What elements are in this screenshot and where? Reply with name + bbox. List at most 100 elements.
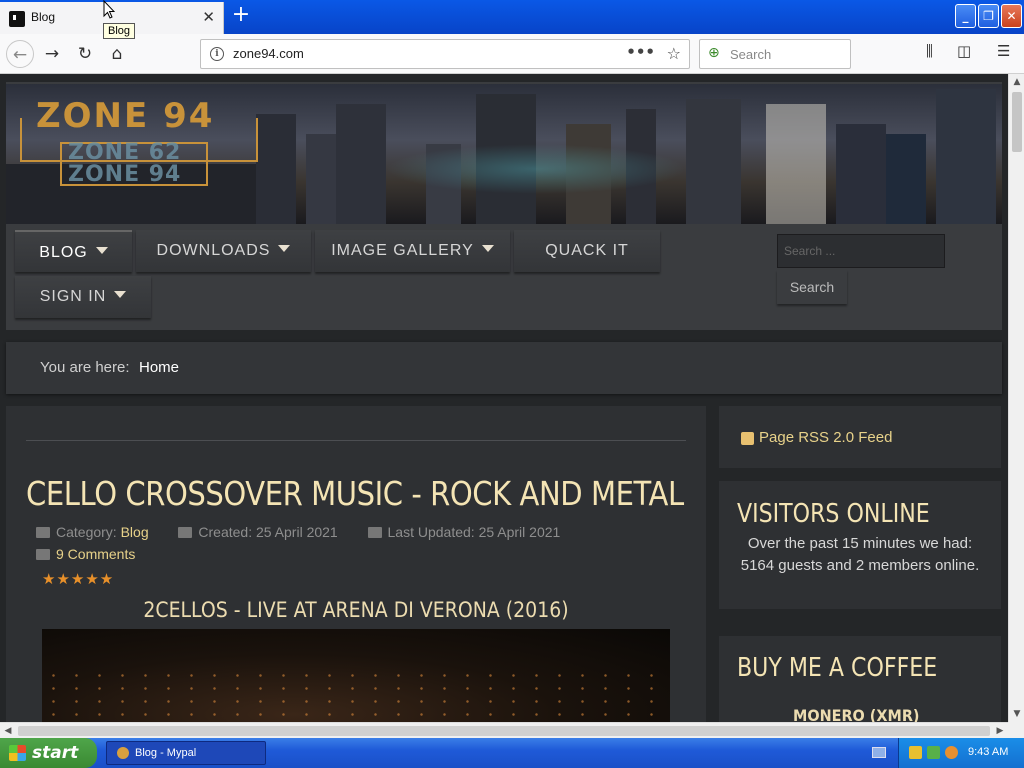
- video-thumbnail: [42, 669, 670, 722]
- browser-search-input[interactable]: Search: [730, 47, 771, 62]
- bookmark-star-icon[interactable]: ☆: [667, 44, 681, 63]
- site-search-input[interactable]: Search ...: [777, 234, 945, 268]
- horizontal-scrollbar[interactable]: ◀ ▶: [0, 722, 1008, 738]
- windows-taskbar: start Blog - Mypal 9:43 AM: [0, 738, 1024, 768]
- menu-quack-it[interactable]: QUACK IT: [514, 230, 660, 272]
- logo-sub-line2: ZONE 94: [68, 162, 182, 187]
- category-link[interactable]: Blog: [121, 524, 149, 540]
- url-text[interactable]: zone94.com: [233, 46, 304, 61]
- search-tray-icon[interactable]: [945, 746, 958, 759]
- page-actions-icon[interactable]: •••: [626, 43, 655, 61]
- scroll-left-icon[interactable]: ◀: [0, 723, 16, 739]
- home-button[interactable]: ⌂: [103, 40, 131, 68]
- visitors-title: VISITORS ONLINE: [737, 499, 930, 529]
- divider: [26, 440, 686, 441]
- coffee-title: BUY ME A COFFEE: [737, 653, 938, 683]
- visitors-panel: VISITORS ONLINE Over the past 15 minutes…: [719, 481, 1001, 609]
- article-title[interactable]: CELLO CROSSOVER MUSIC - ROCK AND METAL: [26, 474, 684, 513]
- menu-hamburger-icon[interactable]: ☰: [997, 42, 1010, 60]
- site-logo-subtitle: ZONE 62 ZONE 94: [68, 142, 181, 186]
- site-search-button[interactable]: Search: [777, 270, 847, 304]
- visitors-text: Over the past 15 minutes we had: 5164 gu…: [740, 535, 980, 574]
- url-bar[interactable]: i zone94.com ••• ☆: [200, 39, 690, 69]
- taskbar-clock: 9:43 AM: [968, 746, 1009, 758]
- video-player[interactable]: [42, 629, 670, 722]
- updated-date: Last Updated: 25 April 2021: [387, 524, 561, 540]
- calendar-icon: [178, 527, 193, 538]
- scroll-up-icon[interactable]: ▲: [1009, 74, 1024, 90]
- breadcrumb-home-link[interactable]: Home: [139, 359, 179, 376]
- browser-toolbar: ← → ↻ ⌂ i zone94.com ••• ☆ ⊕ Search ⫼ ◫ …: [0, 34, 1024, 74]
- menu-blog-label: BLOG: [39, 244, 88, 261]
- site-logo[interactable]: ZONE 94: [36, 96, 214, 136]
- minimize-button[interactable]: _: [955, 4, 976, 28]
- menu-image-gallery-label: IMAGE GALLERY: [331, 242, 474, 259]
- reload-button[interactable]: ↻: [71, 40, 99, 68]
- taskbar-item-browser[interactable]: Blog - Mypal: [106, 741, 266, 765]
- keyboard-icon[interactable]: [872, 747, 886, 758]
- folder-icon: [36, 527, 50, 538]
- mouse-cursor-icon: [103, 0, 115, 19]
- caret-down-icon: [95, 247, 108, 254]
- comment-icon: [36, 549, 50, 560]
- calendar-icon: [367, 527, 382, 538]
- scroll-corner: [1008, 722, 1024, 738]
- breadcrumb: You are here: Home: [6, 342, 1002, 394]
- created-date: Created: 25 April 2021: [198, 524, 338, 540]
- tab-title: Blog: [31, 10, 56, 24]
- browser-titlebar: Blog ✕ + _ ❐ ✕: [0, 0, 1024, 34]
- article-meta-row: Category: Blog Created: 25 April 2021 La…: [36, 524, 560, 540]
- menu-blog[interactable]: BLOG: [15, 230, 132, 272]
- coffee-panel: BUY ME A COFFEE MONERO (XMR): [719, 636, 1001, 722]
- tab-tooltip: Blog: [103, 23, 136, 39]
- browser-search-box[interactable]: ⊕ Search: [699, 39, 851, 69]
- favicon-icon: [9, 11, 25, 27]
- logo-sub-line1: ZONE 62: [68, 140, 182, 165]
- vertical-scrollbar[interactable]: ▲ ▼: [1008, 74, 1024, 722]
- comments-row: 9 Comments: [36, 546, 135, 562]
- scroll-down-icon[interactable]: ▼: [1009, 706, 1024, 722]
- start-button[interactable]: start: [0, 738, 97, 768]
- menu-sign-in-label: SIGN IN: [39, 288, 107, 305]
- comments-link[interactable]: 9 Comments: [56, 546, 135, 562]
- category-label: Category:: [56, 524, 117, 540]
- scroll-right-icon[interactable]: ▶: [992, 723, 1008, 739]
- back-button[interactable]: ←: [6, 40, 34, 68]
- menu-sign-in[interactable]: SIGN IN: [15, 276, 151, 318]
- rating-stars[interactable]: ★★★★★: [42, 570, 114, 588]
- library-icon[interactable]: ⫼: [926, 42, 933, 60]
- vertical-scroll-thumb[interactable]: [1012, 92, 1022, 152]
- search-engine-icon[interactable]: ⊕: [708, 45, 720, 61]
- new-tab-button[interactable]: +: [229, 4, 253, 28]
- horizontal-scroll-thumb[interactable]: [18, 726, 990, 736]
- article-panel: CELLO CROSSOVER MUSIC - ROCK AND METAL C…: [6, 406, 706, 722]
- security-shield-icon[interactable]: [909, 746, 922, 759]
- close-tab-icon[interactable]: ✕: [202, 8, 215, 26]
- banner-glow: [386, 144, 686, 194]
- site-info-icon[interactable]: i: [210, 47, 224, 61]
- network-icon[interactable]: [927, 746, 940, 759]
- rss-icon: [741, 432, 754, 445]
- caret-down-icon: [481, 245, 494, 252]
- menu-downloads-label: DOWNLOADS: [156, 242, 271, 259]
- browser-app-icon: [117, 747, 129, 759]
- menu-downloads[interactable]: DOWNLOADS: [136, 230, 311, 272]
- close-window-button[interactable]: ✕: [1001, 4, 1022, 28]
- windows-logo-icon: [9, 745, 26, 761]
- start-label: start: [32, 743, 79, 763]
- rss-feed-link[interactable]: Page RSS 2.0 Feed: [759, 429, 892, 446]
- caret-down-icon: [278, 245, 291, 252]
- menu-image-gallery[interactable]: IMAGE GALLERY: [315, 230, 510, 272]
- monero-heading: MONERO (XMR): [793, 706, 920, 722]
- breadcrumb-label: You are here:: [40, 359, 130, 376]
- web-page: ZONE 94 ZONE 62 ZONE 94 BLOG DOWNLOADS I…: [0, 74, 1008, 722]
- taskbar-item-label: Blog - Mypal: [135, 747, 197, 759]
- window-controls: _ ❐ ✕: [955, 4, 1022, 28]
- restore-button[interactable]: ❐: [978, 4, 999, 28]
- header-banner: ZONE 94 ZONE 62 ZONE 94: [6, 84, 1002, 224]
- video-title: 2CELLOS - LIVE AT ARENA DI VERONA (2016): [143, 598, 569, 622]
- sidebar-icon[interactable]: ◫: [957, 42, 971, 60]
- menu-quack-it-label: QUACK IT: [545, 242, 629, 259]
- forward-button[interactable]: →: [38, 40, 66, 68]
- caret-down-icon: [114, 291, 127, 298]
